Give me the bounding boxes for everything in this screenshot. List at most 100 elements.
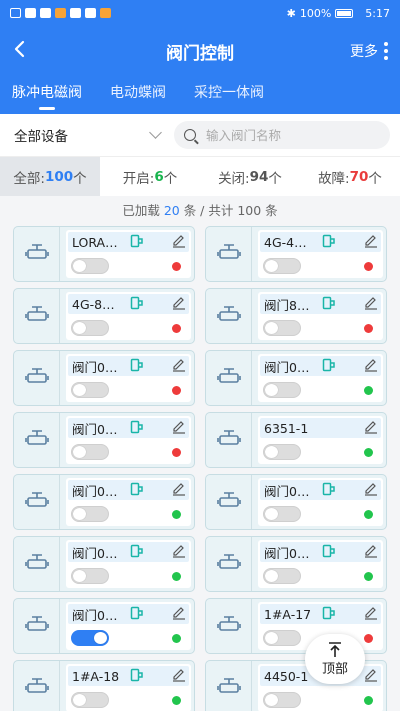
- valve-card[interactable]: 1#A-18: [13, 660, 195, 711]
- valve-icon: [24, 614, 49, 638]
- battery-text: 100%: [299, 6, 332, 20]
- more-dots-icon: [384, 42, 388, 60]
- valve-name: 阀门0…: [264, 545, 310, 561]
- valve-icon: [216, 304, 241, 328]
- device-tag-icon: [322, 481, 336, 500]
- valve-card[interactable]: 4G-4…: [205, 226, 387, 282]
- valve-info: 阀门0…: [66, 602, 191, 650]
- valve-name: 阀门0…: [72, 359, 118, 375]
- valve-icon-area: [14, 599, 60, 653]
- valve-name: 阀门0…: [72, 607, 118, 623]
- valve-card[interactable]: 阀门0…: [205, 350, 387, 406]
- valve-switch[interactable]: [263, 444, 301, 460]
- valve-switch[interactable]: [71, 320, 109, 336]
- tab-pulse-solenoid[interactable]: 脉冲电磁阀: [12, 76, 82, 114]
- loaded-prefix: 已加载: [122, 203, 160, 218]
- valve-icon-area: [206, 289, 252, 343]
- page-title: 阀门控制: [166, 43, 234, 64]
- valve-info: 6351-1: [258, 416, 383, 464]
- stat-fault[interactable]: 故障: 70 个: [300, 157, 400, 196]
- valve-switch[interactable]: [263, 630, 301, 646]
- device-dropdown-label: 全部设备: [14, 129, 68, 145]
- stat-all[interactable]: 全部: 100 个: [0, 157, 100, 196]
- edit-icon[interactable]: [171, 666, 187, 686]
- stat-closed[interactable]: 关闭: 94 个: [200, 157, 300, 196]
- status-dot: [364, 386, 373, 395]
- valve-switch[interactable]: [71, 630, 109, 646]
- valve-switch[interactable]: [263, 506, 301, 522]
- valve-switch[interactable]: [263, 258, 301, 274]
- valve-icon: [216, 242, 241, 266]
- edit-icon[interactable]: [171, 418, 187, 438]
- valve-icon: [24, 490, 49, 514]
- valve-switch[interactable]: [263, 382, 301, 398]
- edit-icon[interactable]: [363, 480, 379, 500]
- status-dot: [364, 262, 373, 271]
- valve-switch[interactable]: [71, 506, 109, 522]
- arrow-up-icon: [329, 641, 341, 657]
- edit-icon[interactable]: [363, 232, 379, 252]
- valve-icon-area: [206, 351, 252, 405]
- status-dot: [172, 510, 181, 519]
- stat-open-unit: 个: [163, 170, 178, 187]
- status-dot: [172, 262, 181, 271]
- valve-card[interactable]: 阀门0…: [205, 536, 387, 592]
- valve-card[interactable]: 6351-1: [205, 412, 387, 468]
- valve-switch[interactable]: [263, 568, 301, 584]
- valve-icon-area: [14, 227, 60, 281]
- back-icon[interactable]: [12, 39, 36, 64]
- valve-icon-area: [206, 599, 252, 653]
- valve-card[interactable]: 阀门0…: [13, 350, 195, 406]
- valve-switch[interactable]: [71, 444, 109, 460]
- edit-icon[interactable]: [363, 542, 379, 562]
- stat-open[interactable]: 开启: 6 个: [100, 157, 200, 196]
- valve-name: 1#A-17: [264, 606, 312, 622]
- app-notification-icon-2: [70, 8, 81, 18]
- edit-icon[interactable]: [363, 666, 379, 686]
- tab-integrated-valve[interactable]: 采控一体阀: [194, 76, 264, 114]
- device-tag-icon: [130, 357, 144, 376]
- valve-card[interactable]: 阀门0…: [13, 598, 195, 654]
- stat-all-label: 全部:: [13, 170, 45, 187]
- valve-switch[interactable]: [71, 258, 109, 274]
- stat-fault-unit: 个: [368, 170, 382, 187]
- device-tag-icon: [130, 605, 144, 624]
- valve-switch[interactable]: [71, 692, 109, 708]
- device-dropdown[interactable]: 全部设备: [14, 125, 162, 145]
- edit-icon[interactable]: [171, 480, 187, 500]
- valve-card[interactable]: 阀门8…: [205, 288, 387, 344]
- edit-icon[interactable]: [363, 294, 379, 314]
- valve-card[interactable]: 4G-8…: [13, 288, 195, 344]
- edit-icon[interactable]: [171, 232, 187, 252]
- valve-card[interactable]: 阀门0…: [13, 536, 195, 592]
- valve-card[interactable]: LORA…: [13, 226, 195, 282]
- status-dot: [364, 696, 373, 705]
- valve-card[interactable]: 阀门0…: [13, 412, 195, 468]
- valve-switch[interactable]: [263, 320, 301, 336]
- valve-icon-area: [206, 413, 252, 467]
- more-button[interactable]: 更多: [350, 41, 388, 61]
- tab-electric-butterfly[interactable]: 电动蝶阀: [110, 76, 166, 114]
- valve-switch[interactable]: [263, 692, 301, 708]
- valve-card[interactable]: 阀门0…: [205, 474, 387, 530]
- valve-switch[interactable]: [71, 568, 109, 584]
- header: ✱ 100% 5:17 阀门控制 更多 脉冲电磁阀 电动蝶阀 采控一体阀: [0, 0, 400, 114]
- edit-icon[interactable]: [171, 604, 187, 624]
- edit-icon[interactable]: [171, 294, 187, 314]
- edit-icon[interactable]: [171, 356, 187, 376]
- valve-name: 阀门0…: [72, 545, 118, 561]
- device-tag-icon: [130, 481, 144, 500]
- valve-info: 阀门8…: [258, 292, 383, 340]
- edit-icon[interactable]: [363, 418, 379, 438]
- search-input[interactable]: [206, 127, 380, 143]
- status-dot: [364, 324, 373, 333]
- stat-fault-value: 70: [349, 168, 369, 185]
- valve-switch[interactable]: [71, 382, 109, 398]
- status-dot: [364, 572, 373, 581]
- valve-card[interactable]: 阀门0…: [13, 474, 195, 530]
- back-to-top-button[interactable]: 顶部: [305, 634, 365, 684]
- device-tag-icon: [130, 543, 144, 562]
- edit-icon[interactable]: [363, 356, 379, 376]
- edit-icon[interactable]: [171, 542, 187, 562]
- edit-icon[interactable]: [363, 604, 379, 624]
